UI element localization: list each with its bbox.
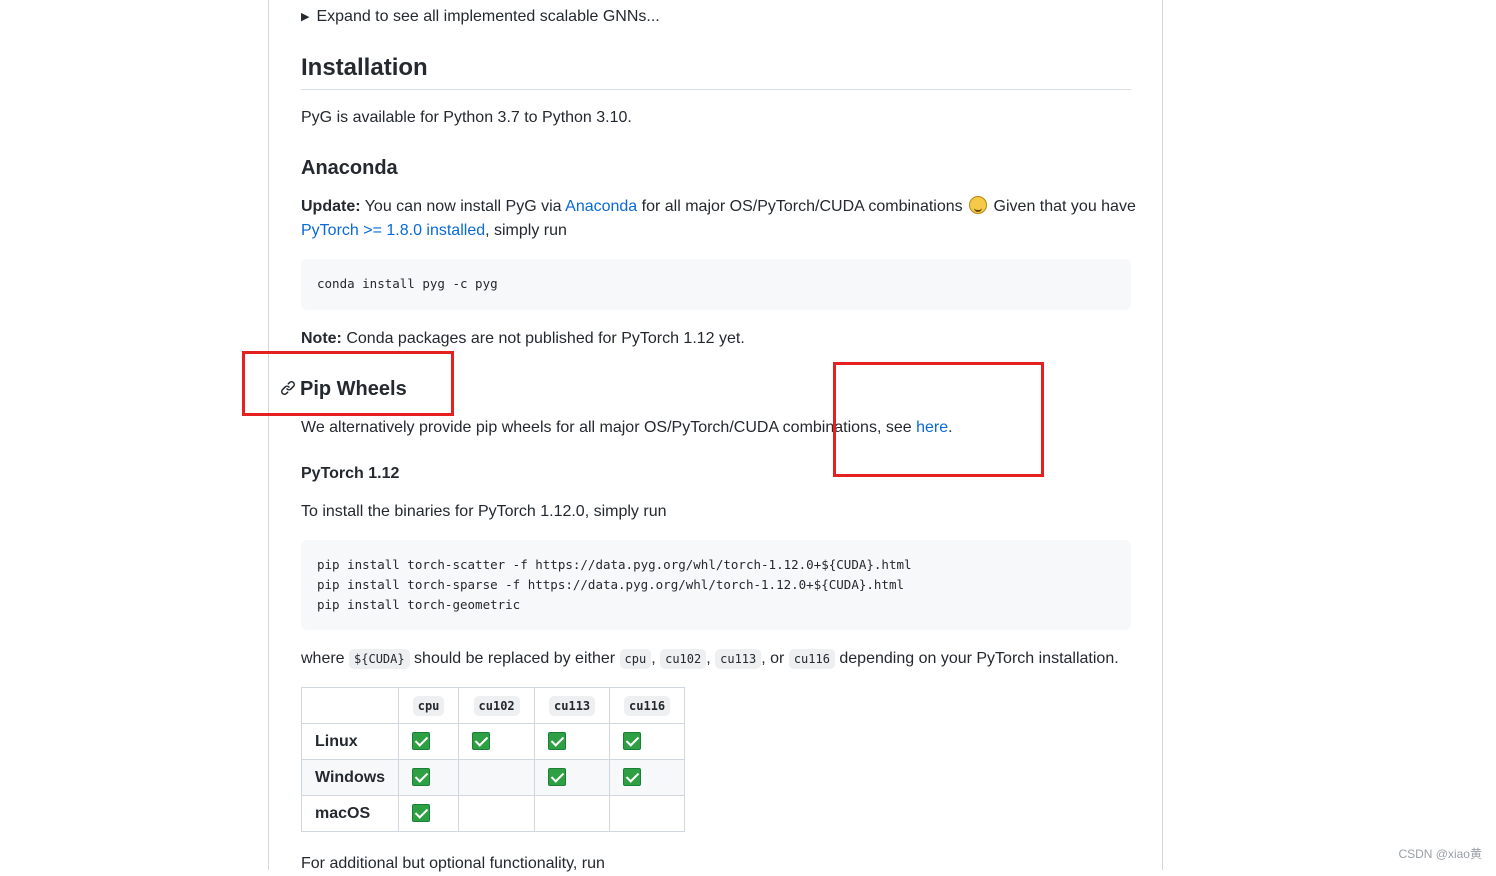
check-mark-icon bbox=[623, 732, 642, 751]
update-text: for all major OS/PyTorch/CUDA combinatio… bbox=[637, 198, 968, 215]
support-cell bbox=[458, 723, 536, 760]
details-summary-text: Expand to see all implemented scalable G… bbox=[316, 8, 660, 25]
check-mark-icon bbox=[472, 732, 491, 751]
cpu-header-code: cpu bbox=[412, 695, 445, 716]
table-header-cell bbox=[300, 687, 400, 724]
table-header-cell: cu116 bbox=[609, 687, 686, 724]
table-row: Windows bbox=[300, 759, 686, 796]
table-header-row: cpu cu102 cu113 cu116 bbox=[300, 687, 686, 724]
details-summary[interactable]: ▶ Expand to see all implemented scalable … bbox=[301, 5, 660, 30]
check-mark-icon bbox=[412, 804, 431, 823]
conda-note: Note: Conda packages are not published f… bbox=[301, 327, 745, 351]
support-cell bbox=[398, 795, 460, 832]
support-cell bbox=[534, 759, 611, 796]
support-cell bbox=[534, 723, 611, 760]
cuda-replacement-text: where ${CUDA} should be replaced by eith… bbox=[301, 647, 1119, 671]
check-mark-icon bbox=[412, 768, 431, 787]
support-cell bbox=[534, 795, 611, 832]
check-mark-icon bbox=[548, 732, 567, 751]
update-text: Given that you have bbox=[989, 198, 1136, 215]
support-cell bbox=[609, 759, 686, 796]
cuda-variable-code: ${CUDA} bbox=[349, 649, 410, 669]
where-text: where bbox=[301, 650, 350, 667]
compatibility-table: cpu cu102 cu113 cu116 Linux Windows macOS bbox=[300, 687, 686, 832]
support-cell bbox=[398, 723, 460, 760]
support-cell bbox=[458, 795, 536, 832]
disclosure-triangle-icon: ▶ bbox=[301, 11, 310, 23]
pip-code-block[interactable]: pip install torch-scatter -f https://dat… bbox=[301, 540, 1131, 630]
support-cell bbox=[398, 759, 460, 796]
anaconda-link[interactable]: Anaconda bbox=[565, 198, 637, 215]
conda-code-block[interactable]: conda install pyg -c pyg bbox=[301, 259, 1131, 310]
support-cell bbox=[609, 723, 686, 760]
where-text: should be replaced by either bbox=[409, 650, 620, 667]
separator-text: , bbox=[706, 650, 716, 667]
anaconda-update-line-2: PyTorch >= 1.8.0 installed, simply run bbox=[301, 219, 567, 243]
support-cell bbox=[609, 795, 686, 832]
check-mark-icon bbox=[412, 732, 431, 751]
hugging-face-emoji-icon bbox=[969, 196, 988, 214]
table-header-cell: cu113 bbox=[534, 687, 611, 724]
note-text: Conda packages are not published for PyT… bbox=[341, 330, 745, 347]
anaconda-heading: Anaconda bbox=[301, 157, 398, 179]
os-label: macOS bbox=[300, 795, 400, 832]
table-header-cell: cpu bbox=[398, 687, 460, 724]
cu102-header-code: cu102 bbox=[473, 695, 520, 716]
note-label: Note: bbox=[301, 330, 342, 347]
installation-intro: PyG is available for Python 3.7 to Pytho… bbox=[301, 109, 632, 126]
pytorch-install-link[interactable]: PyTorch >= 1.8.0 installed bbox=[301, 222, 485, 239]
update-text: You can now install PyG via bbox=[360, 198, 566, 215]
highlight-box-pip-wheels bbox=[242, 351, 454, 416]
cu102-code: cu102 bbox=[660, 649, 707, 669]
pip-wheels-text-before: We alternatively provide pip wheels for … bbox=[301, 419, 917, 436]
highlight-box-here-link bbox=[833, 362, 1044, 477]
installation-heading: Installation bbox=[301, 54, 428, 81]
pytorch-112-heading: PyTorch 1.12 bbox=[301, 465, 400, 482]
os-label: Linux bbox=[300, 723, 400, 760]
cpu-code: cpu bbox=[619, 649, 652, 669]
support-cell bbox=[458, 759, 536, 796]
table-row: macOS bbox=[300, 795, 686, 832]
anaconda-update-line-1: Update: You can now install PyG via Anac… bbox=[301, 195, 1136, 219]
cu116-code: cu116 bbox=[788, 649, 835, 669]
pytorch-112-intro: To install the binaries for PyTorch 1.12… bbox=[301, 503, 667, 520]
table-row: Linux bbox=[300, 723, 686, 760]
heading-divider bbox=[301, 89, 1131, 90]
table-header-cell: cu102 bbox=[458, 687, 536, 724]
separator-text: , bbox=[651, 650, 661, 667]
check-mark-icon bbox=[548, 768, 567, 787]
watermark: CSDN @xiao黄 bbox=[1398, 847, 1482, 861]
check-mark-icon bbox=[623, 768, 642, 787]
cu116-header-code: cu116 bbox=[624, 695, 671, 716]
os-label: Windows bbox=[300, 759, 400, 796]
cu113-code: cu113 bbox=[715, 649, 762, 669]
where-text: depending on your PyTorch installation. bbox=[834, 650, 1119, 667]
cu113-header-code: cu113 bbox=[549, 695, 596, 716]
update-text: , simply run bbox=[485, 222, 567, 239]
separator-text: , or bbox=[761, 650, 789, 667]
additional-functionality-text: For additional but optional functionalit… bbox=[301, 855, 605, 872]
update-label: Update: bbox=[301, 198, 361, 215]
